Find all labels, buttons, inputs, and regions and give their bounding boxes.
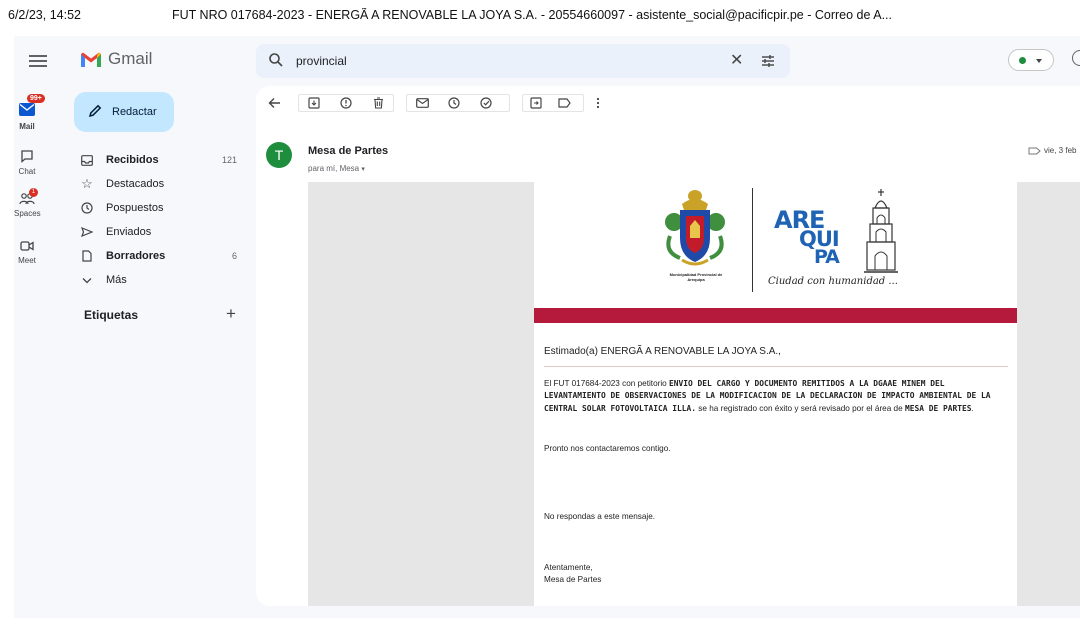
email-paragraph: El FUT 017684-2023 con petitorio ENVIO D… [544,378,1008,415]
folder-starred[interactable]: ☆ Destacados [74,172,249,196]
email-greeting: Estimado(a) ENERGÃ A RENOVABLE LA JOYA S… [544,346,781,357]
message-pane: T Mesa de Partes para mí, Mesa ▾ vie, 3 … [256,86,1080,606]
rail-spaces[interactable]: 1 Spaces [14,188,41,218]
draft-icon [82,250,92,262]
label-icon[interactable] [556,95,572,111]
archive-icon[interactable] [306,95,322,111]
rail-meet[interactable]: Meet [14,240,40,265]
main-menu-icon[interactable] [26,52,50,70]
folder-list: Recibidos 121 ☆ Destacados Pospuestos En… [74,148,249,292]
sender-name[interactable]: Mesa de Partes [308,145,388,157]
para-prefix: El FUT 017684-2023 con petitorio [544,379,670,388]
message-date: vie, 3 feb [1028,146,1076,155]
folder-sent[interactable]: Enviados [74,220,249,244]
recipient-caret-icon: ▾ [361,166,365,173]
folder-inbox-label: Recibidos [106,154,159,166]
video-camera-icon [20,241,34,251]
email-bg-right [1017,182,1080,606]
header-band [534,308,1017,323]
print-timestamp: 6/2/23, 14:52 [8,8,81,22]
compose-button[interactable]: Redactar [74,92,174,132]
clear-search-icon[interactable]: ✕ [730,50,743,70]
para-area: MESA DE PARTES [904,403,972,413]
search-bar[interactable]: ✕ [256,44,790,78]
rail-mail-label: Mail [19,122,35,131]
coat-of-arms-icon [665,190,725,266]
mark-unread-icon[interactable] [414,95,430,111]
rail-chat[interactable]: Chat [14,149,40,176]
add-task-icon[interactable] [478,95,494,111]
clock-icon [81,202,93,214]
recipient-text: para mí, Mesa [308,164,360,173]
more-options-icon[interactable] [590,95,606,111]
brand-pa: PA [814,246,840,268]
send-icon [81,227,93,237]
chevron-down-icon [82,277,92,283]
para-middle: se ha registrado con éxito y será revisa… [696,403,905,413]
print-header: 6/2/23, 14:52 FUT NRO 017684-2023 - ENER… [0,0,1080,30]
inbox-icon [81,154,93,166]
brand-tagline: Ciudad con humanidad ... [768,276,898,287]
sender-avatar[interactable]: T [266,142,292,168]
rail-mail[interactable]: 99+ Mail [14,94,45,131]
folder-drafts-label: Borradores [106,250,166,262]
recipient-line[interactable]: para mí, Mesa ▾ [308,164,365,173]
email-bg-left [308,182,534,606]
folder-more-label: Más [106,274,127,286]
compose-label: Redactar [112,106,157,118]
email-signature: Mesa de Partes [544,575,602,584]
folder-drafts[interactable]: Borradores 6 [74,244,249,268]
para-end: . [971,403,974,413]
star-icon: ☆ [81,176,93,191]
gmail-wordmark: Gmail [108,49,153,68]
logo-divider [752,188,753,292]
search-icon[interactable] [268,52,284,68]
status-selector[interactable] [1008,49,1054,71]
folder-sent-label: Enviados [106,226,152,238]
gmail-logo[interactable]: Gmail [80,49,152,69]
mail-unread-badge: 99+ [27,94,45,103]
cathedral-icon [864,189,898,273]
rail-spaces-label: Spaces [14,209,41,218]
delete-icon[interactable] [370,95,386,111]
email-closing: Atentamente, [544,563,593,572]
greeting-divider [544,366,1008,367]
labels-heading: Etiquetas [84,308,139,322]
folder-starred-label: Destacados [106,178,165,190]
label-outline-icon [1028,147,1041,154]
seal-caption: Municipalidad Provincial de Arequipa [669,272,723,282]
active-status-icon [1019,57,1026,64]
email-contact-line: Pronto nos contactaremos contigo. [544,444,671,453]
folder-snoozed-label: Pospuestos [106,202,164,214]
chat-icon [21,150,33,163]
move-to-icon[interactable] [528,95,544,111]
search-input[interactable] [296,52,696,70]
message-toolbar [256,86,1080,120]
rail-chat-label: Chat [18,167,36,176]
report-spam-icon[interactable] [338,95,354,111]
search-options-icon[interactable] [760,53,776,69]
snooze-icon[interactable] [446,95,462,111]
message-date-text: vie, 3 feb [1044,146,1077,155]
email-body: Municipalidad Provincial de Arequipa ARE… [534,182,1017,606]
help-icon[interactable] [1072,50,1080,66]
pencil-icon [88,104,102,118]
email-no-reply-line: No respondas a este mensaje. [544,512,656,521]
back-arrow-icon[interactable] [266,95,282,111]
folder-drafts-count: 6 [231,251,237,261]
folder-snoozed[interactable]: Pospuestos [74,196,249,220]
folder-more[interactable]: Más [74,268,249,292]
folder-inbox-count: 121 [221,155,237,165]
print-page-title: FUT NRO 017684-2023 - ENERGÃ A RENOVABLE… [172,8,892,22]
rail-meet-label: Meet [18,256,36,265]
mail-icon [19,103,35,116]
caret-down-icon [1036,59,1042,63]
gmail-app: Gmail ✕ 99+ Mail [14,36,1080,618]
spaces-badge: 1 [29,188,38,197]
email-header-logo: Municipalidad Provincial de Arequipa ARE… [628,182,924,296]
folder-inbox[interactable]: Recibidos 121 [74,148,249,172]
add-label-icon[interactable]: + [226,304,236,324]
gmail-m-icon [81,52,101,67]
